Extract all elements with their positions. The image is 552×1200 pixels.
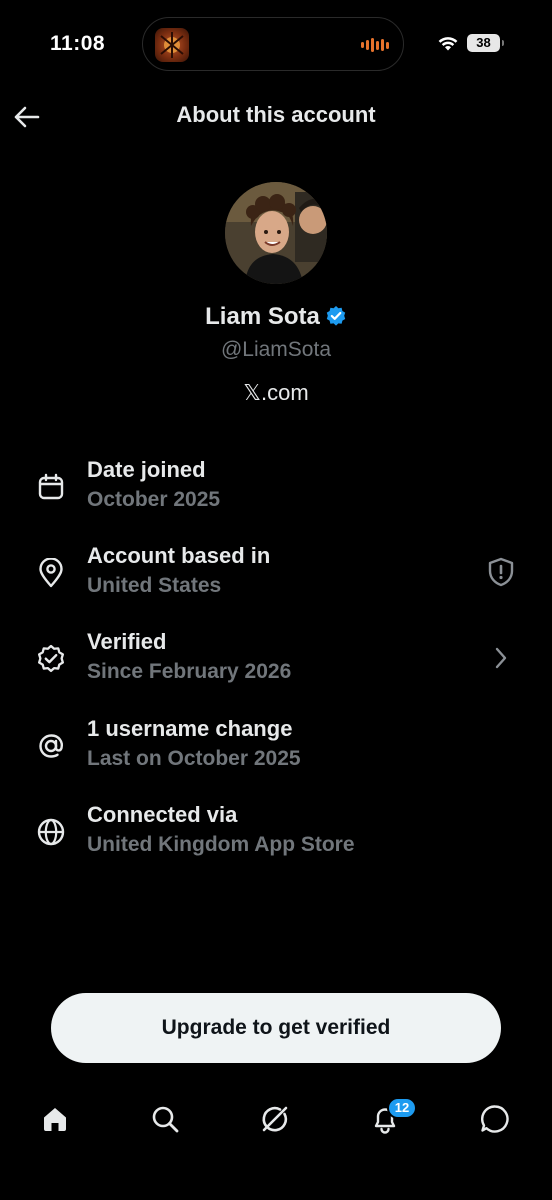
info-title: Date joined [87, 457, 206, 482]
grok-icon [262, 1106, 288, 1132]
bottom-tab-bar: 12 [0, 1085, 552, 1155]
info-value: Last on October 2025 [87, 747, 301, 770]
status-indicators: 38 [437, 34, 504, 52]
search-icon [152, 1106, 179, 1133]
profile-name-row: Liam Sota [0, 303, 552, 334]
connected-site: 𝕏.com [243, 380, 309, 405]
info-title: Verified [87, 629, 167, 654]
tab-search[interactable] [147, 1101, 183, 1137]
info-value: Since February 2026 [87, 660, 292, 683]
battery-indicator: 38 [467, 34, 504, 52]
status-time: 11:08 [50, 32, 106, 55]
info-title: Connected via [87, 802, 238, 827]
verified-badge-icon [325, 305, 347, 334]
profile-name: Liam Sota [205, 303, 320, 330]
shield-alert-icon[interactable] [486, 557, 516, 587]
info-value: October 2025 [87, 488, 221, 511]
tab-messages[interactable] [477, 1101, 513, 1137]
chevron-right-icon[interactable] [486, 643, 516, 673]
verified-badge-icon [36, 644, 66, 674]
audio-waveform-icon [361, 37, 389, 53]
dynamic-island[interactable] [142, 17, 404, 71]
status-bar: 11:08 38 [0, 0, 552, 90]
info-row-connected-via: Connected via United Kingdom App Store [0, 802, 552, 872]
avatar[interactable] [225, 182, 327, 284]
home-icon [44, 1108, 66, 1131]
tab-grok[interactable] [257, 1101, 293, 1137]
info-row-username-change: 1 username change Last on October 2025 [0, 716, 552, 786]
info-value: United Kingdom App Store [87, 833, 355, 856]
location-pin-icon [36, 558, 66, 588]
profile-handle[interactable]: @LiamSota [0, 338, 552, 362]
messages-icon [481, 1105, 509, 1133]
top-bar: About this account [0, 90, 552, 142]
info-row-account-based-in: Account based in United States [0, 543, 552, 613]
globe-icon [36, 817, 66, 847]
info-row-date-joined: Date joined October 2025 [0, 457, 552, 527]
now-playing-artwork [155, 28, 189, 62]
calendar-icon [36, 472, 66, 502]
info-title: 1 username change [87, 716, 293, 741]
info-value: United States [87, 574, 222, 597]
info-title: Account based in [87, 543, 271, 568]
wifi-icon [438, 36, 458, 50]
notification-count-badge: 12 [387, 1097, 417, 1119]
tab-home[interactable] [37, 1101, 73, 1137]
at-sign-icon [36, 731, 66, 761]
page-title: About this account [176, 102, 376, 127]
upgrade-verified-button[interactable]: Upgrade to get verified [51, 993, 501, 1063]
info-row-verified[interactable]: Verified Since February 2026 [0, 629, 552, 699]
